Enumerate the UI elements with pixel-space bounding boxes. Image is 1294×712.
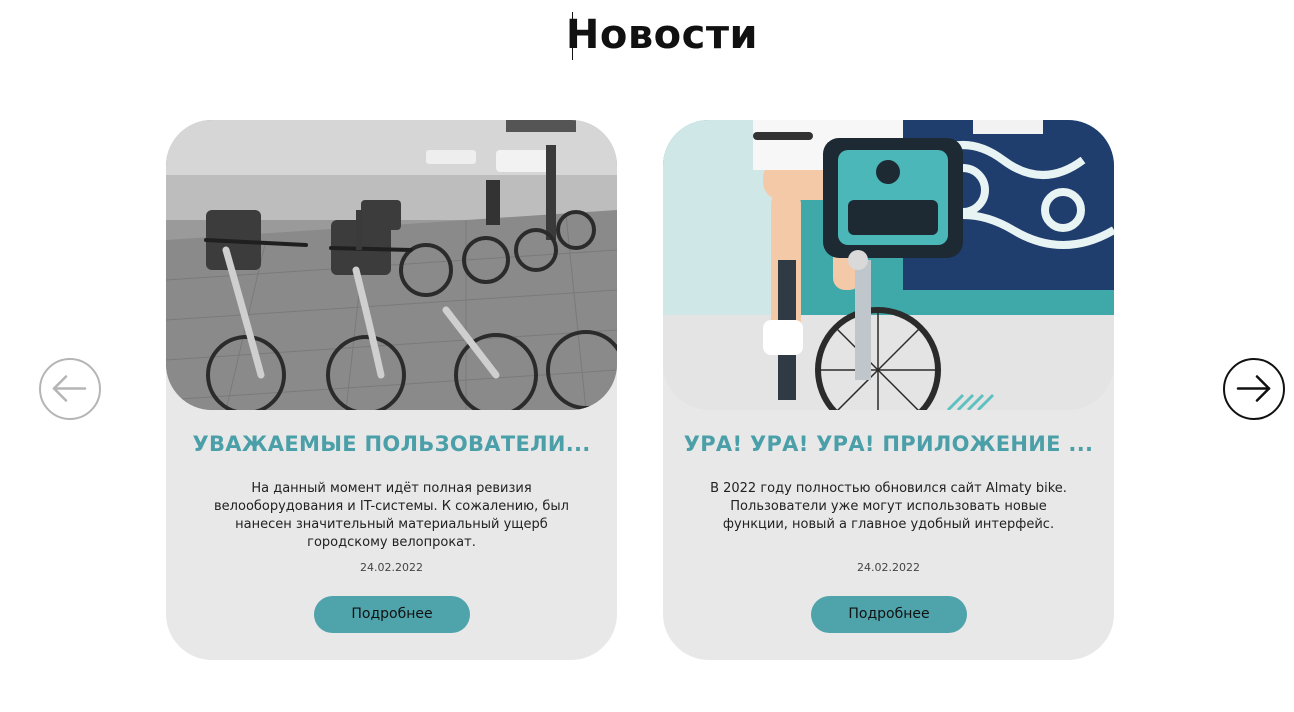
arrow-right-icon bbox=[1236, 375, 1271, 402]
news-card[interactable]: УВАЖАЕМЫЕ ПОЛЬЗОВАТЕЛИ... На данный моме… bbox=[166, 120, 617, 660]
news-card-image[interactable] bbox=[663, 120, 1114, 410]
news-card-date: 24.02.2022 bbox=[360, 561, 423, 574]
read-more-button[interactable]: Подробнее bbox=[314, 596, 470, 633]
news-card-title[interactable]: УВАЖАЕМЫЕ ПОЛЬЗОВАТЕЛИ... bbox=[166, 432, 617, 456]
news-card[interactable]: УРА! УРА! УРА! ПРИЛОЖЕНИЕ ... В 2022 год… bbox=[663, 120, 1114, 660]
news-card-date: 24.02.2022 bbox=[857, 561, 920, 574]
news-card-image[interactable] bbox=[166, 120, 617, 410]
page-title: Новости bbox=[565, 12, 759, 58]
news-card-title[interactable]: УРА! УРА! УРА! ПРИЛОЖЕНИЕ ... bbox=[663, 432, 1114, 456]
news-card-text: В 2022 году полностью обновился сайт Alm… bbox=[710, 481, 1067, 532]
cyclist-photo bbox=[663, 120, 1114, 410]
carousel-next-button[interactable] bbox=[1223, 358, 1285, 420]
bike-station-photo bbox=[166, 120, 617, 410]
carousel-prev-button[interactable] bbox=[39, 358, 101, 420]
read-more-button[interactable]: Подробнее bbox=[811, 596, 967, 633]
news-card-text: На данный момент идёт полная ревизия вел… bbox=[214, 481, 569, 550]
arrow-left-icon bbox=[52, 375, 87, 402]
text-cursor bbox=[572, 12, 573, 60]
